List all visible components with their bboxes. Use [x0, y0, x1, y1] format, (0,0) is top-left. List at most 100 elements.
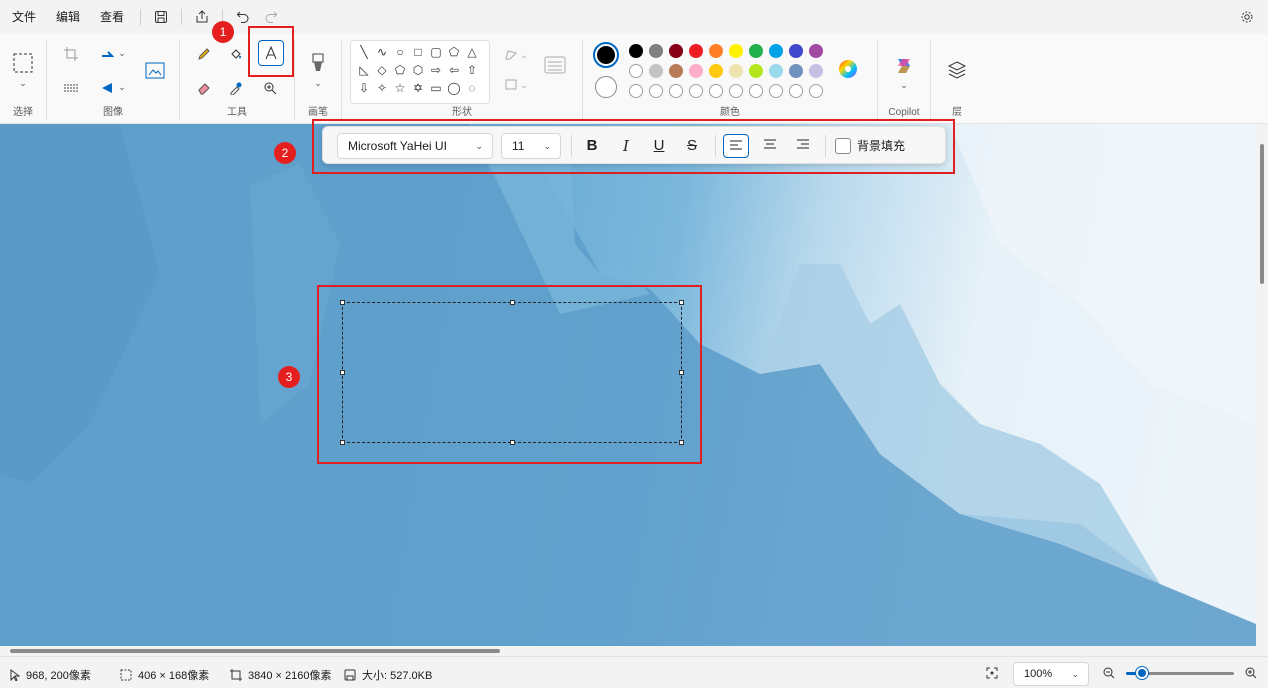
canvas-size-icon: [230, 669, 242, 681]
custom-color-slot[interactable]: [689, 84, 703, 98]
shape-option[interactable]: ○: [391, 43, 409, 61]
menu-file[interactable]: 文件: [2, 4, 46, 30]
custom-color-slot[interactable]: [709, 84, 723, 98]
cursor-position-value: 968, 200像素: [26, 670, 91, 682]
custom-color-slot[interactable]: [789, 84, 803, 98]
image-resize-icon[interactable]: [143, 58, 167, 82]
shape-option[interactable]: ✡: [409, 79, 427, 97]
color-swatch[interactable]: [789, 44, 803, 58]
primary-color[interactable]: [593, 42, 619, 68]
vertical-scrollbar[interactable]: [1256, 124, 1268, 646]
horizontal-scrollbar[interactable]: [0, 646, 1268, 656]
fit-to-window-icon[interactable]: [986, 667, 998, 679]
color-swatch[interactable]: [769, 44, 783, 58]
zoom-in-icon[interactable]: [1245, 667, 1257, 679]
color-swatch[interactable]: [729, 64, 743, 78]
color-swatch[interactable]: [629, 64, 643, 78]
color-swatch[interactable]: [729, 44, 743, 58]
shape-option[interactable]: ◌: [463, 79, 481, 97]
zoom-dropdown[interactable]: 100% ⌄: [1013, 662, 1089, 686]
color-swatch[interactable]: [809, 64, 823, 78]
shape-option[interactable]: ⬠: [445, 43, 463, 61]
custom-color-slot[interactable]: [629, 84, 643, 98]
custom-color-slot[interactable]: [669, 84, 683, 98]
fill-bucket-icon[interactable]: [226, 44, 246, 64]
shape-option[interactable]: ✧: [373, 79, 391, 97]
copilot-icon[interactable]: [892, 54, 916, 78]
save-icon: [344, 669, 356, 681]
color-swatch[interactable]: [789, 64, 803, 78]
chevron-down-icon[interactable]: ⌄: [117, 80, 127, 94]
chevron-down-icon[interactable]: ⌄: [312, 78, 324, 88]
outline-icon[interactable]: ⌄: [502, 44, 530, 64]
color-swatch[interactable]: [669, 44, 683, 58]
custom-color-slot[interactable]: [809, 84, 823, 98]
shape-option[interactable]: ⇧: [463, 61, 481, 79]
cursor-icon: [10, 669, 20, 681]
shape-option[interactable]: □: [409, 43, 427, 61]
shape-option[interactable]: ⇨: [427, 61, 445, 79]
color-swatch[interactable]: [649, 64, 663, 78]
shape-option[interactable]: ⬡: [409, 61, 427, 79]
color-swatch[interactable]: [749, 64, 763, 78]
shape-option[interactable]: ╲: [355, 43, 373, 61]
color-swatch[interactable]: [629, 44, 643, 58]
shape-option[interactable]: ▢: [427, 43, 445, 61]
select-rect-icon[interactable]: [12, 52, 34, 74]
shape-option[interactable]: ▭: [427, 79, 445, 97]
color-swatch[interactable]: [809, 44, 823, 58]
share-icon[interactable]: [188, 4, 216, 30]
chevron-down-icon[interactable]: ⌄: [898, 80, 910, 90]
crop-icon[interactable]: [61, 44, 81, 64]
custom-color-slot[interactable]: [649, 84, 663, 98]
color-swatch[interactable]: [749, 44, 763, 58]
zoom-out-icon[interactable]: [1103, 667, 1115, 679]
color-swatch[interactable]: [709, 64, 723, 78]
color-picker-icon[interactable]: [226, 78, 246, 98]
color-wheel-icon[interactable]: [837, 58, 859, 80]
save-icon[interactable]: [147, 4, 175, 30]
color-swatch[interactable]: [709, 44, 723, 58]
resize-icon[interactable]: [61, 78, 81, 98]
secondary-color[interactable]: [595, 76, 617, 98]
color-swatch[interactable]: [769, 64, 783, 78]
shape-option[interactable]: ⬠: [391, 61, 409, 79]
custom-color-slot[interactable]: [749, 84, 763, 98]
menu-view[interactable]: 查看: [90, 4, 134, 30]
menu-divider: [140, 9, 142, 25]
rotate-icon[interactable]: [97, 44, 117, 64]
brush-icon[interactable]: [307, 52, 329, 74]
eraser-icon[interactable]: [194, 78, 214, 98]
pencil-icon[interactable]: [194, 44, 214, 64]
color-swatch[interactable]: [689, 44, 703, 58]
shape-option[interactable]: ∿: [373, 43, 391, 61]
shape-fill-icon[interactable]: ⌄: [502, 74, 530, 94]
layers-icon[interactable]: [945, 58, 969, 82]
vertical-scroll-thumb[interactable]: [1260, 144, 1264, 284]
selection-icon: [120, 669, 132, 681]
zoom-slider[interactable]: [1126, 667, 1234, 679]
shape-option[interactable]: ☆: [391, 79, 409, 97]
custom-color-slot[interactable]: [769, 84, 783, 98]
shape-option[interactable]: ◯: [445, 79, 463, 97]
color-swatch[interactable]: [669, 64, 683, 78]
horizontal-scroll-thumb[interactable]: [10, 649, 500, 653]
color-swatch[interactable]: [689, 64, 703, 78]
flip-icon[interactable]: [97, 78, 117, 98]
shape-option[interactable]: ⇦: [445, 61, 463, 79]
menu-edit[interactable]: 编辑: [46, 4, 90, 30]
chevron-down-icon[interactable]: ⌄: [17, 78, 29, 88]
group-label-select: 选择: [13, 107, 33, 118]
shape-option[interactable]: ◇: [373, 61, 391, 79]
shape-option[interactable]: ⇩: [355, 79, 373, 97]
zoom-slider-knob[interactable]: [1136, 667, 1149, 679]
line-width-icon[interactable]: [542, 54, 568, 76]
magnifier-icon[interactable]: [260, 78, 280, 98]
group-label-shapes: 形状: [452, 107, 472, 118]
color-swatch[interactable]: [649, 44, 663, 58]
shape-option[interactable]: △: [463, 43, 481, 61]
chevron-down-icon[interactable]: ⌄: [117, 46, 127, 60]
shape-option[interactable]: ◺: [355, 61, 373, 79]
custom-color-slot[interactable]: [729, 84, 743, 98]
gear-icon[interactable]: [1236, 6, 1258, 28]
